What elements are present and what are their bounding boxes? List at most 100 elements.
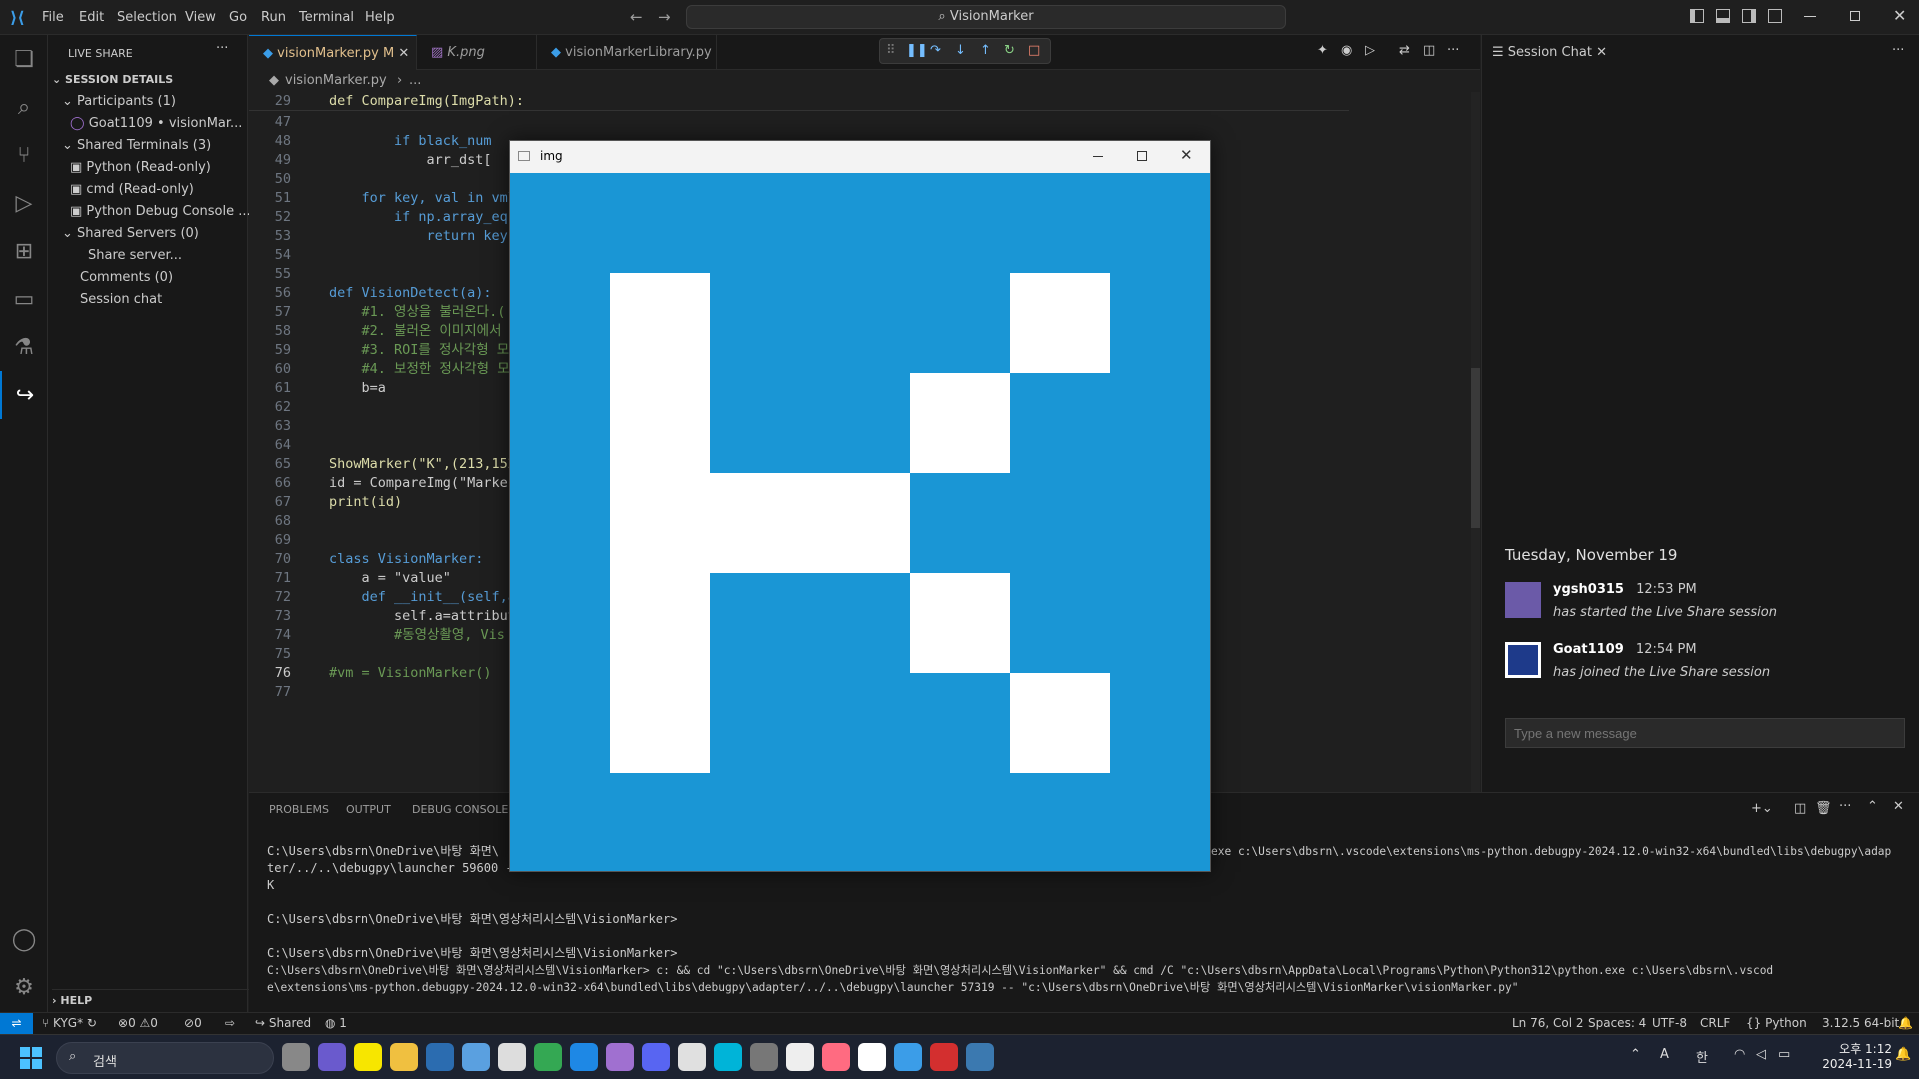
menu-help[interactable]: Help [365,0,395,35]
clock[interactable]: 오후 1:12 2024-11-19 [1812,1040,1892,1071]
store-icon[interactable] [462,1043,490,1071]
run-python-icon[interactable]: ▷ [1365,43,1375,58]
chat-message-input[interactable] [1505,718,1905,748]
shared-servers-node[interactable]: ⌄ Shared Servers (0) [62,223,262,245]
toggle-panel-icon[interactable] [1716,9,1730,23]
cursor-position[interactable]: Ln 76, Col 2 [1512,1016,1584,1030]
chat-tab[interactable]: ☰ Session Chat ✕ [1492,35,1607,70]
taskbar-search[interactable]: ⌕ 검색 [56,1042,274,1074]
file-explorer-icon[interactable] [390,1043,418,1071]
participant-item[interactable]: ◯ Goat1109 • visionMar... [70,113,270,135]
close-panel-icon[interactable]: ✕ [1893,799,1904,814]
section-session-details[interactable]: ⌄ SESSION DETAILS [52,69,252,91]
toggle-secondary-sidebar-icon[interactable] [1742,9,1756,23]
customize-layout-icon[interactable] [1768,9,1782,23]
calculator-icon[interactable] [750,1043,778,1071]
drag-handle-icon[interactable]: ⠿ [886,39,896,63]
restore-icon[interactable] [1850,11,1860,21]
vscode-icon[interactable] [894,1043,922,1071]
image-window-titlebar[interactable]: img ✕ [510,141,1210,173]
menu-selection[interactable]: Selection [117,0,177,35]
shared-terminals-node[interactable]: ⌄ Shared Terminals (3) [62,135,262,157]
wifi-icon[interactable]: ◠ [1734,1047,1745,1062]
chevron-up-icon[interactable]: ⌃ [1630,1047,1641,1062]
close-window-icon[interactable]: ✕ [1893,6,1906,25]
encoding[interactable]: UTF-8 [1652,1016,1687,1030]
live-share-icon[interactable]: ↪ [0,371,48,419]
github-icon[interactable] [606,1043,634,1071]
step-over-icon[interactable]: ↷ [930,39,941,63]
opencv-image-window[interactable]: img ✕ [509,140,1211,872]
notion-icon[interactable] [786,1043,814,1071]
menu-go[interactable]: Go [229,0,247,35]
testing-icon[interactable]: ⚗ [0,323,48,371]
battery-icon[interactable]: ▭ [1778,1047,1790,1062]
close-icon[interactable]: ✕ [1596,45,1607,60]
kakaotalk-icon[interactable] [354,1043,382,1071]
tab-output[interactable]: OUTPUT [346,799,391,821]
menu-view[interactable]: View [185,0,216,35]
help-section[interactable]: › HELP [52,989,252,1011]
pin-icon[interactable]: ✦ [1317,43,1328,58]
breadcrumb-rest[interactable]: ... [409,70,421,92]
remote-indicator[interactable]: ⇌ [0,1013,33,1035]
tab-k-png[interactable]: ▨ K.png [417,35,537,70]
notification-bell-icon[interactable]: 🔔 [1895,1047,1911,1062]
app-icon[interactable] [822,1043,850,1071]
search-icon[interactable]: ⌕ [0,83,48,131]
ports-indicator[interactable]: ⊘0 [184,1016,202,1030]
task-view-icon[interactable] [282,1043,310,1071]
close-icon[interactable]: ✕ [1180,146,1193,164]
forward-arrow-icon[interactable]: → [658,8,671,26]
run-debug-icon[interactable]: ▷ [0,179,48,227]
app-icon[interactable] [678,1043,706,1071]
split-terminal-icon[interactable]: ◫ [1794,801,1806,816]
app-icon[interactable] [714,1043,742,1071]
copilot-icon[interactable] [318,1043,346,1071]
tab-problems[interactable]: PROBLEMS [269,799,329,821]
toggle-sidebar-icon[interactable] [1690,9,1704,23]
problems-indicator[interactable]: ⊗0 ⚠0 [118,1016,158,1030]
accounts-icon[interactable]: ◯ [0,915,48,963]
more-actions-icon[interactable]: ··· [216,41,228,56]
terminal-item[interactable]: ▣ Python (Read-only) [70,157,270,179]
tab-visionmarker-py[interactable]: ◆ visionMarker.py M ✕ [249,35,417,70]
tab-debug-console[interactable]: DEBUG CONSOLE [412,799,508,821]
step-into-icon[interactable]: ↓ [955,39,966,63]
remote-explorer-icon[interactable]: ▭ [0,275,48,323]
new-terminal-icon[interactable]: +⌄ [1751,801,1773,816]
debug-indicator-icon[interactable]: ⇨ [225,1016,235,1030]
menu-file[interactable]: File [42,0,64,35]
more-actions-icon[interactable]: ··· [1892,43,1904,58]
minimap[interactable] [1349,92,1444,652]
minimize-icon[interactable] [1804,16,1816,17]
speaker-icon[interactable]: ◁ [1756,1047,1766,1062]
compare-icon[interactable]: ⇄ [1399,43,1410,58]
menu-run[interactable]: Run [261,0,286,35]
app-icon[interactable] [858,1043,886,1071]
maximize-icon[interactable] [1137,151,1147,161]
windows-start-icon[interactable] [20,1047,42,1069]
pdf-icon[interactable] [930,1043,958,1071]
trash-icon[interactable]: 🗑 [1815,801,1832,816]
participants-indicator[interactable]: ◍ 1 [325,1016,347,1030]
participants-node[interactable]: ⌄ Participants (1) [62,91,262,113]
discord-icon[interactable] [642,1043,670,1071]
terminal-item[interactable]: ▣ Python Debug Console ... [70,201,270,223]
step-out-icon[interactable]: ↑ [980,39,991,63]
chrome-icon[interactable] [534,1043,562,1071]
stop-icon[interactable]: □ [1028,39,1040,63]
notifications-bell-icon[interactable]: 🔔 [1898,1016,1913,1030]
live-share-status[interactable]: ↪ Shared [255,1016,311,1030]
tab-visionmarkerlibrary-py[interactable]: ◆ visionMarkerLibrary.py [537,35,717,70]
indentation[interactable]: Spaces: 4 [1588,1016,1646,1030]
menu-edit[interactable]: Edit [79,0,104,35]
python-interpreter[interactable]: 3.12.5 64-bit [1822,1016,1899,1030]
calendar-icon[interactable] [426,1043,454,1071]
scrollbar-thumb[interactable] [1471,368,1480,528]
minimize-icon[interactable] [1093,156,1103,157]
language-mode[interactable]: {} Python [1746,1016,1807,1030]
broadcast-icon[interactable]: ◉ [1341,43,1352,58]
breadcrumb-file[interactable]: visionMarker.py [285,70,387,92]
ime-language[interactable]: 한 [1696,1047,1708,1066]
